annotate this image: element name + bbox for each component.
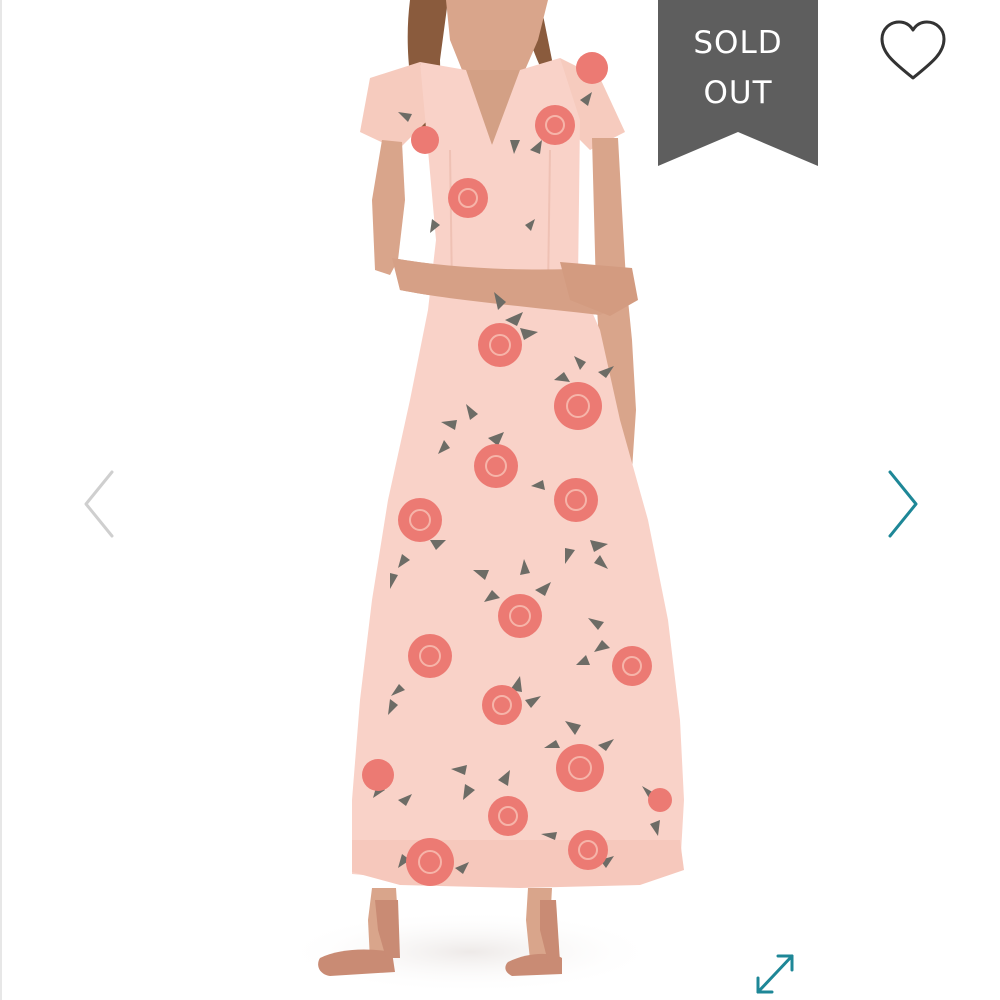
- expand-arrows-icon: [756, 954, 794, 994]
- next-image-button[interactable]: [880, 466, 924, 542]
- sold-out-text: SOLD OUT: [693, 25, 783, 111]
- favorite-button[interactable]: [876, 18, 950, 84]
- previous-image-button[interactable]: [78, 466, 122, 542]
- heart-outline-icon: [880, 20, 946, 80]
- chevron-left-icon: [84, 470, 114, 538]
- sold-out-badge: SOLD OUT: [658, 0, 818, 166]
- product-photo[interactable]: [0, 0, 1000, 1000]
- expand-image-button[interactable]: [748, 948, 802, 1000]
- product-gallery: SOLD OUT: [0, 0, 1000, 1000]
- chevron-right-icon: [888, 470, 918, 538]
